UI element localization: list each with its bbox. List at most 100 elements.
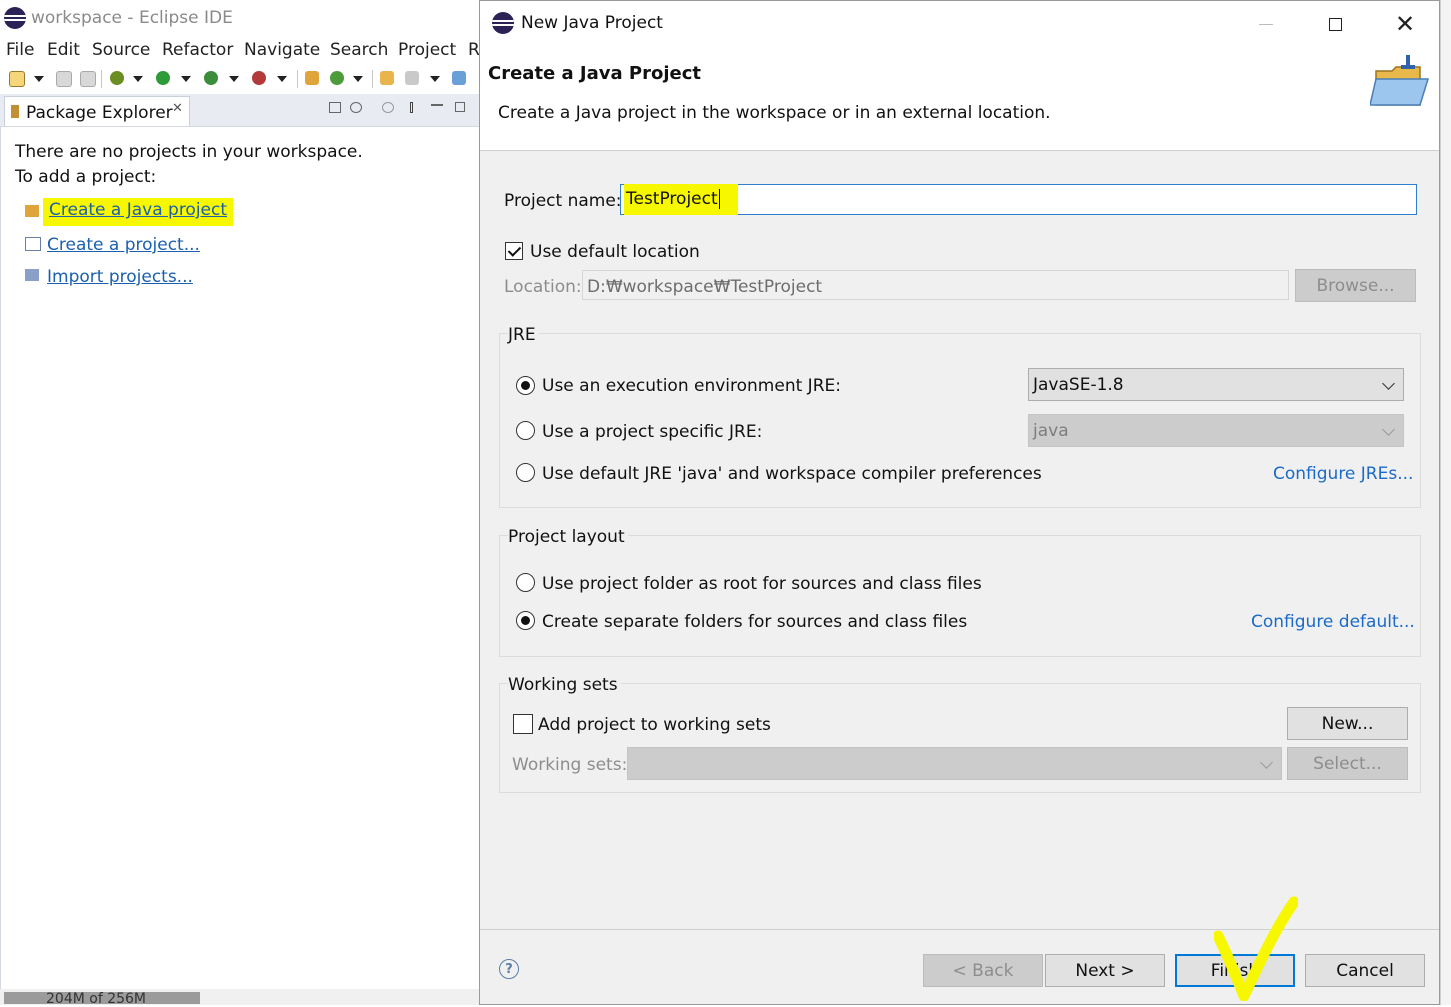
package-explorer-tabbar: Package Explorer ✕ (0, 94, 480, 127)
exec-env-jre-radio[interactable] (516, 376, 535, 395)
add-to-working-sets-checkbox[interactable] (513, 714, 533, 734)
project-layout-group-title: Project layout (508, 527, 628, 547)
create-java-project-link[interactable]: Create a Java project (43, 198, 234, 226)
toolbar-separator (101, 70, 102, 88)
close-tab-icon[interactable]: ✕ (172, 101, 183, 116)
default-jre-label: Use default JRE 'java' and workspace com… (542, 464, 1042, 484)
menu-bar: File Edit Source Refactor Navigate Searc… (0, 38, 480, 66)
new-class-dropdown-icon[interactable] (353, 76, 363, 82)
menu-edit[interactable]: Edit (47, 40, 80, 60)
layout-separate-label: Create separate folders for sources and … (542, 612, 968, 632)
view-menu-icon[interactable] (410, 102, 413, 113)
new-icon[interactable] (9, 71, 25, 87)
project-specific-jre-radio[interactable] (516, 421, 535, 440)
maximize-icon (1328, 17, 1342, 31)
next-button[interactable]: Next > (1045, 954, 1165, 987)
footer-separator (480, 929, 1439, 930)
filter-icon[interactable] (382, 102, 394, 113)
run-icon[interactable] (156, 71, 170, 85)
project-layout-group (499, 535, 1421, 657)
menu-project[interactable]: Project (398, 40, 456, 60)
maximize-button[interactable] (1309, 1, 1361, 47)
run-dropdown-icon[interactable] (181, 76, 191, 82)
dialog-heading: Create a Java Project (488, 63, 702, 84)
menu-search[interactable]: Search (330, 40, 388, 60)
create-java-project-link-text: Create a Java project (49, 200, 228, 220)
project-specific-jre-label: Use a project specific JRE: (542, 422, 763, 442)
use-default-location-checkbox[interactable] (505, 242, 523, 260)
package-explorer-tab-label: Package Explorer (26, 103, 173, 123)
menu-navigate[interactable]: Navigate (244, 40, 320, 60)
new-java-class-icon[interactable] (330, 71, 344, 85)
coverage-dropdown-icon[interactable] (229, 76, 239, 82)
help-icon[interactable]: ? (499, 959, 519, 979)
chevron-down-icon (1382, 423, 1395, 436)
project-specific-jre-select[interactable]: java (1028, 414, 1404, 447)
browse-button[interactable]: Browse... (1295, 269, 1416, 302)
dialog-description: Create a Java project in the workspace o… (498, 103, 1051, 123)
location-value: D:₩workspace₩TestProject (587, 277, 823, 297)
minimize-icon (1259, 23, 1273, 25)
location-label: Location: (504, 277, 582, 297)
minimize-view-icon[interactable] (431, 104, 443, 106)
location-input[interactable]: D:₩workspace₩TestProject (582, 270, 1289, 300)
import-icon (25, 269, 39, 281)
create-project-link[interactable]: Create a project... (47, 235, 200, 255)
working-sets-group-title: Working sets (508, 675, 621, 695)
project-name-input[interactable]: TestProject (620, 184, 1417, 215)
new-java-package-icon[interactable] (305, 71, 319, 85)
heap-status-bar: 204M of 256M (0, 989, 480, 1007)
chevron-down-icon (1382, 377, 1395, 390)
configure-jres-link[interactable]: Configure JREs... (1273, 464, 1413, 484)
text-caret (718, 189, 720, 209)
debug-icon[interactable] (110, 71, 124, 85)
main-window-title: workspace - Eclipse IDE (31, 8, 233, 28)
project-name-value: TestProject (626, 189, 718, 209)
layout-root-radio[interactable] (516, 573, 535, 592)
link-with-editor-icon[interactable] (350, 102, 362, 113)
external-tools-dropdown-icon[interactable] (277, 76, 287, 82)
project-name-label: Project name: (504, 191, 622, 211)
minimize-button[interactable] (1240, 1, 1292, 47)
working-sets-select[interactable] (627, 747, 1282, 780)
finish-button[interactable]: Finish (1175, 954, 1295, 987)
cancel-button[interactable]: Cancel (1305, 954, 1425, 987)
configure-default-link[interactable]: Configure default... (1251, 612, 1415, 632)
select-working-sets-button[interactable]: Select... (1287, 747, 1408, 780)
chevron-down-icon (1260, 756, 1273, 769)
maximize-view-icon[interactable] (455, 102, 465, 112)
exec-env-select[interactable]: JavaSE-1.8 (1028, 368, 1404, 401)
add-project-hint: To add a project: (15, 167, 157, 187)
layout-separate-radio[interactable] (516, 611, 535, 630)
debug-dropdown-icon[interactable] (133, 76, 143, 82)
layout-root-label: Use project folder as root for sources a… (542, 574, 982, 594)
dialog-title-bar: New Java Project ✕ (480, 1, 1439, 47)
coverage-icon[interactable] (204, 71, 218, 85)
close-icon: ✕ (1394, 10, 1416, 38)
external-tools-icon[interactable] (252, 71, 266, 85)
open-type-icon[interactable] (380, 71, 394, 85)
new-java-project-dialog: New Java Project ✕ Create a Java Project… (479, 0, 1440, 1005)
close-button[interactable]: ✕ (1379, 1, 1431, 47)
import-projects-link[interactable]: Import projects... (47, 267, 193, 287)
default-jre-radio[interactable] (516, 463, 535, 482)
new-dropdown-icon[interactable] (34, 76, 44, 82)
search-tool-icon[interactable] (452, 71, 466, 85)
save-all-icon[interactable] (80, 71, 96, 87)
new-working-set-button[interactable]: New... (1287, 707, 1408, 740)
collapse-all-icon[interactable] (329, 102, 341, 113)
menu-file[interactable]: File (6, 40, 34, 60)
menu-refactor[interactable]: Refactor (162, 40, 233, 60)
eclipse-logo-icon (492, 12, 514, 34)
project-icon (25, 237, 41, 251)
open-task-dropdown-icon[interactable] (430, 76, 440, 82)
open-task-icon[interactable] (405, 71, 419, 85)
package-explorer-body: There are no projects in your workspace.… (0, 127, 481, 989)
main-title-bar: workspace - Eclipse IDE (0, 0, 480, 38)
main-toolbar (0, 66, 480, 92)
back-button[interactable]: < Back (923, 954, 1043, 987)
tab-package-explorer[interactable]: Package Explorer ✕ (4, 96, 190, 126)
save-icon[interactable] (56, 71, 72, 87)
menu-source[interactable]: Source (92, 40, 150, 60)
java-project-icon (25, 205, 39, 217)
